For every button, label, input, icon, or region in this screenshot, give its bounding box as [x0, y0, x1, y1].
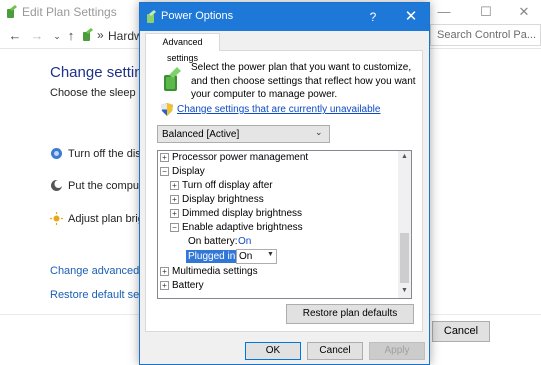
on-battery-value[interactable]: On — [238, 236, 251, 247]
scroll-down-icon[interactable]: ▼ — [398, 285, 411, 297]
expand-icon[interactable]: + — [160, 267, 169, 276]
power-options-dialog: Power Options ? ✕ Advanced settings Sele… — [139, 2, 430, 365]
tree-item-dimmed-display-brightness[interactable]: + Dimmed display brightness — [158, 207, 398, 221]
tree-item-label: Processor power management — [172, 152, 309, 163]
chevron-down-icon: ▼ — [267, 251, 274, 258]
control-panel-icon — [83, 28, 93, 41]
power-plan-selected-value: Balanced [Active] — [162, 129, 240, 140]
expand-icon[interactable]: + — [170, 209, 179, 218]
breadcrumb-separator: » — [97, 28, 104, 42]
restore-plan-defaults-button[interactable]: Restore plan defaults — [286, 304, 414, 324]
vertical-scrollbar[interactable]: ▲ ▼ — [398, 151, 411, 298]
back-arrow-icon[interactable]: ← — [8, 28, 22, 44]
plugged-in-value: On — [239, 251, 253, 262]
close-icon[interactable]: ✕ — [516, 4, 532, 20]
collapse-icon[interactable]: − — [160, 167, 169, 176]
collapse-icon[interactable]: − — [170, 223, 179, 232]
scrollbar-thumb[interactable] — [400, 233, 409, 283]
tree-item-label: Turn off display after — [182, 180, 273, 191]
uac-shield-icon — [161, 103, 173, 116]
plugged-in-label: Plugged in: — [186, 250, 241, 263]
tree-item-label: Enable adaptive brightness — [182, 222, 303, 233]
power-options-icon — [7, 5, 17, 18]
on-battery-label: On battery: — [188, 236, 238, 247]
sun-icon — [50, 212, 63, 225]
tree-item-on-battery[interactable]: On battery: On — [158, 235, 398, 249]
power-plan-dropdown[interactable]: Balanced [Active] ⌄ — [157, 125, 330, 143]
window-title: Edit Plan Settings — [22, 5, 117, 19]
chevron-down-icon: ⌄ — [315, 127, 323, 137]
up-arrow-icon[interactable]: ↑ — [64, 28, 78, 44]
expand-icon[interactable]: + — [160, 153, 169, 162]
display-icon — [51, 148, 62, 159]
tree-item-label: Multimedia settings — [172, 266, 258, 277]
tree-item-display-brightness[interactable]: + Display brightness — [158, 193, 398, 207]
tree-item-battery[interactable]: + Battery — [158, 279, 398, 293]
tree-item-multimedia-settings[interactable]: + Multimedia settings — [158, 265, 398, 279]
tree-item-processor-power-management[interactable]: + Processor power management — [158, 151, 398, 165]
change-unavailable-settings-link[interactable]: Change settings that are currently unava… — [177, 104, 380, 115]
tree-item-enable-adaptive-brightness[interactable]: − Enable adaptive brightness — [158, 221, 398, 235]
moon-icon — [51, 180, 63, 191]
expand-icon[interactable]: + — [170, 195, 179, 204]
expand-icon[interactable]: + — [160, 281, 169, 290]
cancel-button[interactable]: Cancel — [432, 321, 490, 342]
cancel-button[interactable]: Cancel — [307, 342, 363, 360]
plugged-in-dropdown[interactable]: On ▼ — [236, 249, 277, 264]
maximize-icon[interactable]: ☐ — [478, 4, 494, 20]
close-icon[interactable]: ✕ — [402, 8, 420, 26]
tree-item-label: Dimmed display brightness — [182, 208, 303, 219]
tree-item-display[interactable]: − Display — [158, 165, 398, 179]
power-options-icon — [147, 10, 156, 23]
search-input[interactable]: Search Control Pa... — [430, 24, 541, 46]
dialog-title: Power Options — [161, 10, 234, 22]
tree-item-label: Battery — [172, 280, 204, 291]
minimize-icon[interactable]: — — [436, 4, 452, 20]
search-placeholder: Search Control Pa... — [437, 29, 537, 41]
tree-item-plugged-in[interactable]: Plugged in: On ▼ — [158, 249, 398, 264]
tree-item-label: Display — [172, 166, 205, 177]
ok-button[interactable]: OK — [245, 342, 301, 360]
expand-icon[interactable]: + — [170, 181, 179, 190]
scroll-up-icon[interactable]: ▲ — [398, 151, 411, 163]
tree-item-label: Display brightness — [182, 194, 264, 205]
advanced-settings-panel: Select the power plan that you want to c… — [145, 50, 423, 332]
recent-locations-chevron-icon[interactable]: ⌄ — [50, 28, 64, 44]
dialog-titlebar[interactable]: Power Options ? ✕ — [140, 3, 429, 31]
help-icon[interactable]: ? — [364, 8, 382, 26]
forward-arrow-icon[interactable]: → — [30, 28, 44, 44]
intro-text: Select the power plan that you want to c… — [191, 62, 416, 100]
settings-tree[interactable]: + Processor power management − Display +… — [157, 150, 412, 299]
tab-advanced-settings[interactable]: Advanced settings — [145, 33, 220, 63]
power-plan-icon — [164, 67, 181, 91]
apply-button[interactable]: Apply — [369, 342, 425, 360]
tree-item-turn-off-display-after[interactable]: + Turn off display after — [158, 179, 398, 193]
